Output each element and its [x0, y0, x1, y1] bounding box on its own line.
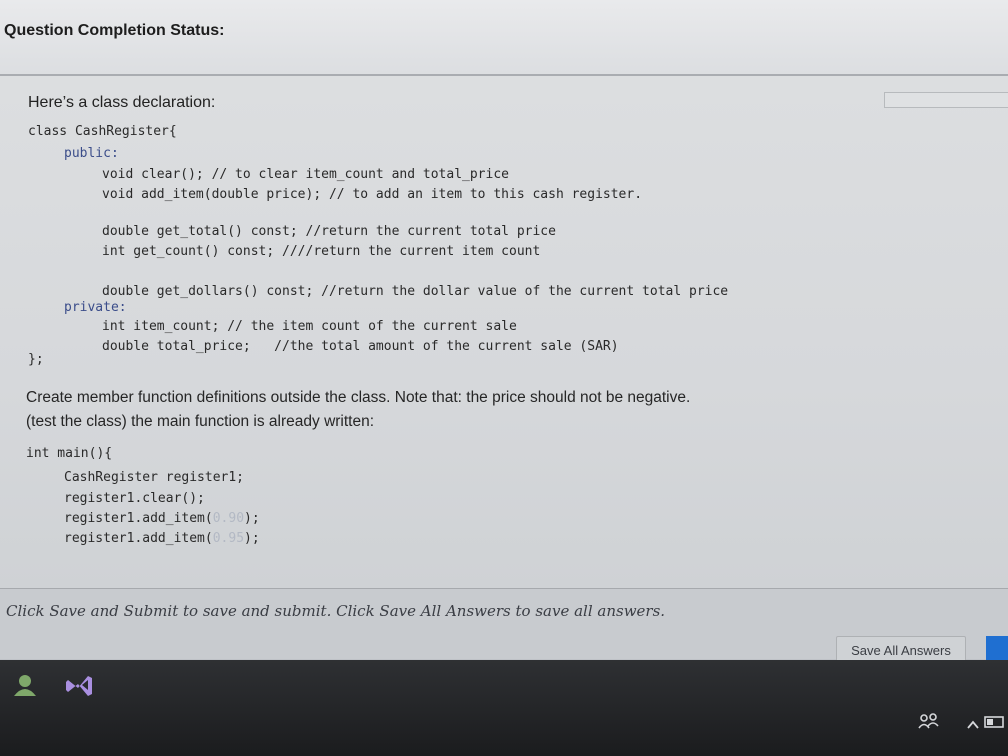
code-line: }; — [28, 352, 44, 367]
code-line: int main(){ — [26, 446, 113, 461]
code-line: void clear(); // to clear item_count and… — [102, 167, 509, 182]
code-text: register1.add_item( — [64, 511, 213, 526]
code-line: double total_price; //the total amount o… — [102, 339, 619, 354]
number-literal: 0.90 — [212, 511, 245, 526]
code-line: CashRegister register1; — [64, 470, 245, 485]
visual-studio-icon[interactable] — [64, 672, 94, 702]
code-line: public: — [64, 146, 119, 161]
code-line: double get_dollars() const; //return the… — [102, 284, 729, 299]
taskbar — [0, 660, 1008, 756]
question-intro: Here’s a class declaration: — [28, 94, 216, 111]
code-line: double get_total() const; //return the c… — [102, 224, 556, 239]
footer-instructions: Click Save and Submit to save and submit… — [6, 602, 666, 620]
code-line: void add_item(double price); // to add a… — [102, 187, 643, 202]
code-line: int item_count; // the item count of the… — [102, 319, 517, 334]
task-line-1: Create member function definitions outsi… — [26, 389, 691, 406]
task-line-2: (test the class) the main function is al… — [26, 413, 375, 430]
question-completion-status: Question Completion Status: — [4, 22, 225, 39]
number-literal: 0.95 — [212, 531, 245, 546]
code-text: ); — [244, 531, 260, 546]
code-line: class CashRegister{ — [28, 124, 177, 139]
class-declaration-code: class CashRegister{ public: void clear()… — [0, 0, 728, 367]
code-line: private: — [64, 300, 127, 315]
code-line: register1.add_item(0.95); — [64, 531, 260, 546]
code-line: register1.add_item(0.90); — [64, 511, 260, 526]
code-line: register1.clear(); — [64, 491, 205, 506]
battery-icon[interactable] — [984, 714, 1008, 733]
status-indicator-box — [884, 92, 1008, 108]
task-text: Create member function definitions outsi… — [26, 386, 826, 434]
network-icon[interactable] — [918, 712, 940, 736]
code-line: int get_count() const; ////return the cu… — [102, 244, 541, 259]
chevron-up-icon[interactable] — [966, 716, 980, 735]
code-text: register1.add_item( — [64, 531, 213, 546]
people-icon[interactable] — [12, 674, 38, 700]
code-text: ); — [244, 511, 260, 526]
